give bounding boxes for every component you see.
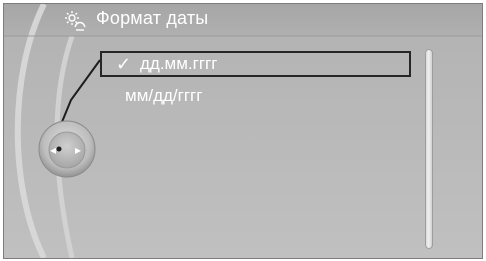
settings-gear-icon [65, 11, 86, 31]
scrollbar-track[interactable] [425, 49, 433, 249]
left-arrow-icon: ◂ [50, 143, 56, 157]
menu-item-date-format-mdy[interactable]: мм/дд/гггг [100, 83, 411, 109]
right-arrow-icon: ▸ [75, 143, 81, 157]
connector-dot [56, 146, 62, 152]
menu-item-label: дд.мм.гггг [140, 54, 218, 73]
menu-item-date-format-dmy[interactable]: ✓ дд.мм.гггг [100, 51, 411, 77]
page-title: Формат даты [96, 8, 209, 28]
checkmark-icon: ✓ [116, 54, 132, 74]
display-screen: ◂ ▸ Формат даты ✓ дд.мм.гггг мм/дд/гггг [3, 3, 483, 259]
controller-knob[interactable]: ◂ ▸ [37, 119, 97, 179]
menu-item-label: мм/дд/гггг [125, 86, 203, 105]
